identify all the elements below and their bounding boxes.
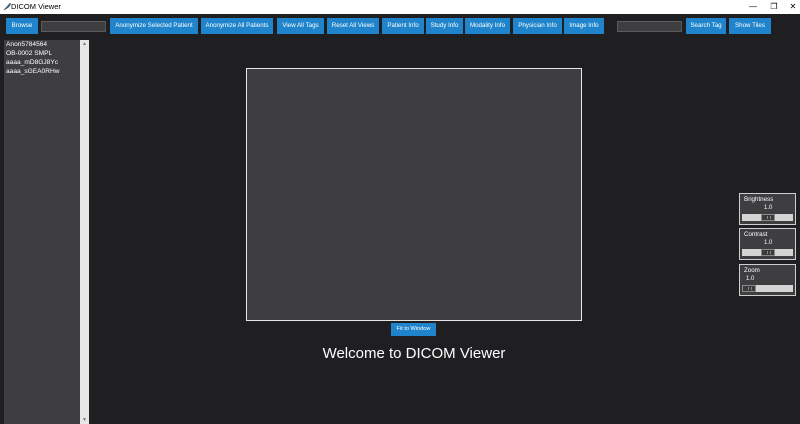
contrast-value: 1.0 <box>764 240 773 246</box>
brightness-panel: Brightness 1.0 <box>739 193 796 225</box>
tag-search-field[interactable] <box>617 21 682 32</box>
brightness-value: 1.0 <box>764 205 773 211</box>
study-info-button[interactable]: Study Info <box>426 18 463 34</box>
list-item[interactable]: Anon5784564 <box>4 40 80 49</box>
title-bar: DICOM Viewer — ❐ ✕ <box>0 0 800 14</box>
scroll-up-icon[interactable]: ▲ <box>80 40 89 48</box>
anonymize-all-button[interactable]: Anonymize All Patients <box>201 18 273 34</box>
list-item[interactable]: OB-0002 SMPL <box>4 49 80 58</box>
image-canvas[interactable] <box>246 68 582 321</box>
view-all-tags-button[interactable]: View All Tags <box>277 18 324 34</box>
list-item[interactable]: aaaa_sGEA0RHw <box>4 67 80 76</box>
show-tiles-button[interactable]: Show Tiles <box>729 18 771 34</box>
modality-info-button[interactable]: Modality Info <box>465 18 510 34</box>
maximize-button[interactable]: ❐ <box>767 1 781 13</box>
patient-list-scrollbar[interactable]: ▲ ▼ <box>80 40 89 424</box>
close-button[interactable]: ✕ <box>786 1 800 13</box>
contrast-panel: Contrast 1.0 <box>739 228 796 260</box>
fit-to-window-button[interactable]: Fit to Window <box>391 323 436 336</box>
anonymize-selected-button[interactable]: Anonymize Selected Patient <box>110 18 198 34</box>
path-field[interactable] <box>41 21 106 32</box>
brightness-label: Brightness <box>744 196 774 203</box>
zoom-panel: Zoom 1.0 <box>739 264 796 296</box>
patient-info-button[interactable]: Patient Info <box>382 18 424 34</box>
window-title: DICOM Viewer <box>11 2 61 11</box>
brightness-slider-thumb[interactable] <box>760 214 775 221</box>
search-tag-button[interactable]: Search Tag <box>686 18 726 34</box>
contrast-label: Contrast <box>744 231 768 238</box>
zoom-slider-thumb[interactable] <box>742 285 756 292</box>
minimize-button[interactable]: — <box>746 1 760 13</box>
zoom-label: Zoom <box>744 267 760 274</box>
browse-button[interactable]: Browse <box>6 18 38 34</box>
scroll-down-icon[interactable]: ▼ <box>80 416 89 424</box>
toolbar: Browse Anonymize Selected Patient Anonym… <box>0 14 800 38</box>
contrast-slider-thumb[interactable] <box>760 249 775 256</box>
list-item[interactable]: aaaa_mD8GJ8Yc <box>4 58 80 67</box>
physician-info-button[interactable]: Physician Info <box>513 18 562 34</box>
patient-list: Anon5784564 OB-0002 SMPL aaaa_mD8GJ8Yc a… <box>4 40 80 424</box>
reset-all-views-button[interactable]: Reset All Views <box>327 18 379 34</box>
zoom-value: 1.0 <box>746 276 755 282</box>
welcome-message: Welcome to DICOM Viewer <box>322 345 506 362</box>
image-info-button[interactable]: Image Info <box>564 18 604 34</box>
